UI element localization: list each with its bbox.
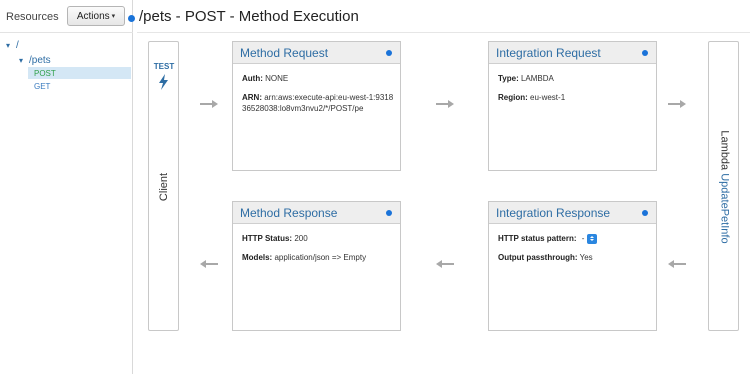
card-body: HTTP status pattern: - Output passthroug… <box>498 233 652 271</box>
page-title: /pets - POST - Method Execution <box>139 8 359 25</box>
card-body: HTTP Status: 200 Models: application/jso… <box>242 233 396 271</box>
http-status-value: 200 <box>294 234 308 243</box>
status-dot <box>386 50 392 56</box>
tree-method-post-label: POST <box>34 68 56 78</box>
card-header: Integration Response <box>489 202 656 224</box>
output-passthrough-field: Output passthrough: Yes <box>498 252 652 263</box>
sidebar-title: Resources <box>6 11 59 23</box>
title-status-dot <box>128 15 135 22</box>
tree-item-root-label: / <box>16 40 19 51</box>
arrow-left-icon <box>436 260 454 268</box>
client-panel: TEST Client <box>148 41 179 331</box>
integration-response-card: Integration Response HTTP status pattern… <box>488 201 657 331</box>
auth-field: Auth: NONE <box>242 73 396 84</box>
card-body: Type: LAMBDA Region: eu-west-1 <box>498 73 652 111</box>
arrow-right-icon <box>668 100 686 108</box>
auth-label: Auth: <box>242 74 263 83</box>
lambda-panel: Lambda UpdatePetInfo <box>708 41 739 331</box>
region-value: eu-west-1 <box>530 93 566 102</box>
integration-response-link[interactable]: Integration Response <box>496 206 610 220</box>
lambda-function-link[interactable]: UpdatePetInfo <box>719 173 731 243</box>
actions-button-label: Actions <box>76 10 110 22</box>
auth-value: NONE <box>265 74 289 83</box>
status-pattern-label: HTTP status pattern: <box>498 234 577 243</box>
arn-label: ARN: <box>242 93 262 102</box>
card-header: Method Response <box>233 202 400 224</box>
arrow-right-icon <box>200 100 218 108</box>
arrow-right-icon <box>436 100 454 108</box>
status-dot <box>386 210 392 216</box>
method-response-link[interactable]: Method Response <box>240 206 337 220</box>
method-request-card: Method Request Auth: NONE ARN: arn:aws:e… <box>232 41 401 171</box>
tree-method-get-label: GET <box>34 81 51 91</box>
arrow-left-icon <box>668 260 686 268</box>
client-label: Client <box>158 172 171 202</box>
status-dot <box>642 210 648 216</box>
card-body: Auth: NONE ARN: arn:aws:execute-api:eu-w… <box>242 73 396 122</box>
caret-down-icon: ▾ <box>111 13 116 20</box>
tree-item-root[interactable]: ▾ / <box>6 40 19 51</box>
status-dot <box>642 50 648 56</box>
status-pattern-select[interactable]: - <box>582 233 598 244</box>
output-passthrough-label: Output passthrough: <box>498 253 578 263</box>
arn-field: ARN: arn:aws:execute-api:eu-west-1:93183… <box>242 92 396 114</box>
lambda-label: Lambda UpdatePetInfo <box>719 130 731 243</box>
tree-item-pets[interactable]: ▾ /pets <box>19 55 51 66</box>
http-status-field: HTTP Status: 200 <box>242 233 396 244</box>
output-passthrough-value: Yes <box>579 253 593 263</box>
client-label-wrap: Client <box>149 42 180 332</box>
status-pattern-value: - <box>581 234 585 244</box>
status-pattern-field: HTTP status pattern: - <box>498 233 652 244</box>
sidebar-header: Resources Actions ▾ <box>0 0 133 33</box>
header-divider <box>137 32 750 33</box>
arrow-left-icon <box>200 260 218 268</box>
lambda-label-wrap: Lambda UpdatePetInfo <box>709 42 740 332</box>
http-status-label: HTTP Status: <box>242 234 293 243</box>
region-field: Region: eu-west-1 <box>498 92 652 103</box>
tree-item-pets-label: /pets <box>29 55 51 66</box>
select-stepper-icon[interactable] <box>587 233 598 244</box>
integration-request-link[interactable]: Integration Request <box>496 46 601 60</box>
type-field: Type: LAMBDA <box>498 73 652 84</box>
lambda-prefix: Lambda <box>718 130 731 171</box>
models-label: Models: <box>242 253 273 262</box>
tree-method-get[interactable]: GET <box>28 80 131 92</box>
actions-button[interactable]: Actions ▾ <box>67 6 125 26</box>
tree-expand-icon[interactable]: ▾ <box>6 41 16 50</box>
method-request-link[interactable]: Method Request <box>240 46 328 60</box>
method-response-card: Method Response HTTP Status: 200 Models:… <box>232 201 401 331</box>
models-value: application/json => Empty <box>274 253 367 262</box>
tree-expand-icon[interactable]: ▾ <box>19 56 29 65</box>
card-header: Method Request <box>233 42 400 64</box>
arn-value: arn:aws:execute-api:eu-west-1:9318365280… <box>242 93 394 113</box>
region-label: Region: <box>498 93 528 102</box>
type-label: Type: <box>498 74 519 83</box>
models-field: Models: application/json => Empty <box>242 252 396 263</box>
resources-sidebar: Resources Actions ▾ ▾ / ▾ /pets POST GET <box>0 0 133 374</box>
integration-request-card: Integration Request Type: LAMBDA Region:… <box>488 41 657 171</box>
tree-method-post[interactable]: POST <box>28 67 131 79</box>
type-value: LAMBDA <box>520 74 554 83</box>
card-header: Integration Request <box>489 42 656 64</box>
